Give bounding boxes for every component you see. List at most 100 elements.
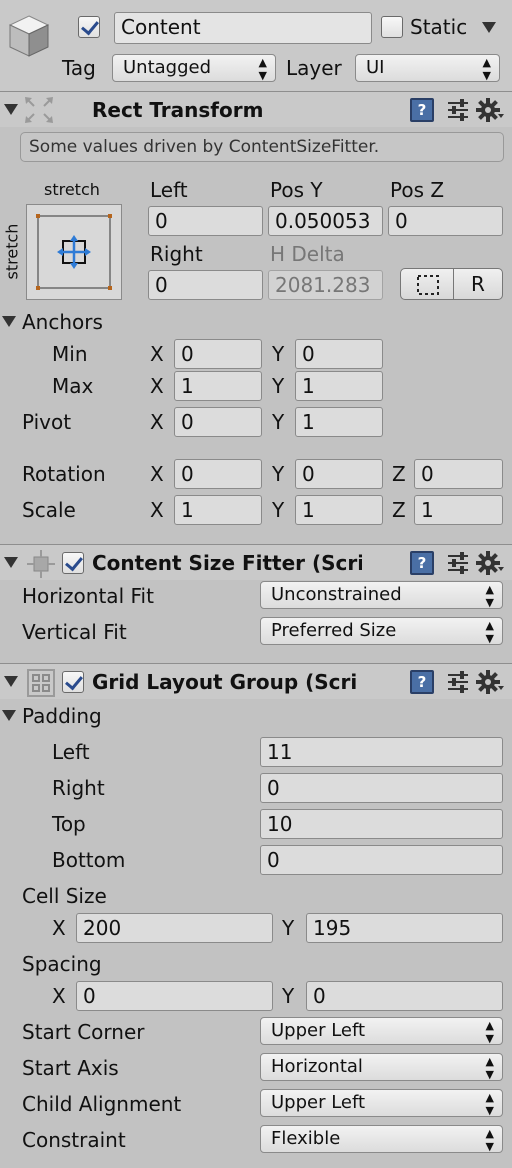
scale-z-input[interactable]: 1 <box>414 495 503 525</box>
cell-size-y-label: Y <box>282 916 295 940</box>
min-y-input[interactable]: 0 <box>295 339 383 369</box>
max-x-input[interactable]: 1 <box>174 371 262 401</box>
spacing-x-input[interactable]: 0 <box>76 981 273 1011</box>
rect-transform-icon <box>25 97 53 123</box>
tag-value: Untagged <box>123 57 212 78</box>
pivot-x-input[interactable]: 0 <box>174 407 262 437</box>
max-x-label: X <box>150 374 164 398</box>
gear-icon[interactable] <box>476 96 504 124</box>
object-header: Content Static Tag Untagged ▲ ▼ Layer UI … <box>0 0 512 92</box>
scale-label: Scale <box>22 498 76 522</box>
help-book-icon[interactable]: ? <box>410 551 434 575</box>
rect-transform-header[interactable]: Rect Transform ? <box>0 91 512 127</box>
rotation-y-label: Y <box>272 462 285 486</box>
pivot-y-label: Y <box>272 410 285 434</box>
static-dropdown-arrow-icon[interactable] <box>482 22 496 33</box>
preset-sliders-icon[interactable] <box>446 551 470 575</box>
dropdown-arrows-icon: ▲ ▼ <box>485 1019 494 1045</box>
child-alignment-dropdown[interactable]: Upper Left ▲ ▼ <box>260 1089 503 1117</box>
spacing-y-input[interactable]: 0 <box>306 981 503 1011</box>
dotted-rect-icon <box>417 275 439 295</box>
scale-y-label: Y <box>272 498 285 522</box>
anchor-preset-side-label: stretch <box>2 223 22 280</box>
constraint-dropdown[interactable]: Flexible ▲ ▼ <box>260 1125 503 1153</box>
rotation-z-input[interactable]: 0 <box>414 459 503 489</box>
gameobject-cube-icon <box>8 15 50 57</box>
rect-transform-title: Rect Transform <box>92 98 264 122</box>
posy-input[interactable]: 0.050053 <box>268 206 383 236</box>
tag-dropdown[interactable]: Untagged ▲ ▼ <box>112 54 276 82</box>
spacing-x-label: X <box>52 984 66 1008</box>
scale-x-input[interactable]: 1 <box>174 495 262 525</box>
padding-top-input[interactable]: 10 <box>260 809 503 839</box>
dropdown-arrows-icon: ▲ ▼ <box>485 583 494 609</box>
padding-foldout-arrow-icon[interactable] <box>2 710 16 721</box>
start-corner-dropdown[interactable]: Upper Left ▲ ▼ <box>260 1017 503 1045</box>
tag-label: Tag <box>62 56 96 80</box>
help-book-icon[interactable]: ? <box>410 670 434 694</box>
cell-size-x-label: X <box>52 916 66 940</box>
start-axis-dropdown[interactable]: Horizontal ▲ ▼ <box>260 1053 503 1081</box>
cell-size-label: Cell Size <box>22 884 107 908</box>
raw-edit-button[interactable]: R <box>453 268 503 300</box>
content-size-fitter-header[interactable]: Content Size Fitter (Scri ? <box>0 544 512 580</box>
grid-layout-group-header[interactable]: Grid Layout Group (Scri ? <box>0 663 512 699</box>
content-size-fitter-enabled-checkbox[interactable] <box>62 552 84 574</box>
preset-sliders-icon[interactable] <box>446 670 470 694</box>
dropdown-arrows-icon: ▲ ▼ <box>258 56 267 82</box>
active-checkbox[interactable] <box>78 16 100 38</box>
layer-label: Layer <box>286 56 342 80</box>
help-book-icon[interactable]: ? <box>410 98 434 122</box>
padding-left-input[interactable]: 11 <box>260 737 503 767</box>
spacing-y-label: Y <box>282 984 295 1008</box>
anchors-foldout-arrow-icon[interactable] <box>2 316 16 327</box>
foldout-arrow-icon[interactable] <box>4 676 18 687</box>
rotation-z-label: Z <box>392 462 406 486</box>
spacing-label: Spacing <box>22 952 102 976</box>
padding-right-input[interactable]: 0 <box>260 773 503 803</box>
rotation-x-input[interactable]: 0 <box>174 459 262 489</box>
min-x-input[interactable]: 0 <box>174 339 262 369</box>
cell-size-y-input[interactable]: 195 <box>306 913 503 943</box>
anchor-stretch-icon <box>36 214 112 290</box>
vertical-fit-dropdown[interactable]: Preferred Size ▲ ▼ <box>260 617 503 645</box>
padding-bottom-input[interactable]: 0 <box>260 845 503 875</box>
padding-top-label: Top <box>52 812 86 836</box>
component-header-icons: ? <box>406 96 506 124</box>
child-alignment-label: Child Alignment <box>22 1092 182 1116</box>
pivot-y-input[interactable]: 1 <box>295 407 383 437</box>
scale-y-input[interactable]: 1 <box>295 495 383 525</box>
constraint-value: Flexible <box>271 1128 341 1149</box>
vertical-fit-label: Vertical Fit <box>22 620 127 644</box>
cell-size-x-input[interactable]: 200 <box>76 913 273 943</box>
horizontal-fit-dropdown[interactable]: Unconstrained ▲ ▼ <box>260 581 503 609</box>
driven-values-info-box: Some values driven by ContentSizeFitter. <box>20 132 504 162</box>
constraint-label: Constraint <box>22 1128 126 1152</box>
max-y-input[interactable]: 1 <box>295 371 383 401</box>
left-input[interactable]: 0 <box>148 206 263 236</box>
rotation-label: Rotation <box>22 462 106 486</box>
foldout-arrow-icon[interactable] <box>4 557 18 568</box>
gear-icon[interactable] <box>476 668 504 696</box>
blueprint-mode-button[interactable] <box>400 268 454 300</box>
foldout-arrow-icon[interactable] <box>4 104 18 115</box>
pivot-x-label: X <box>150 410 164 434</box>
dropdown-arrows-icon: ▲ ▼ <box>482 56 491 82</box>
anchor-presets-button[interactable] <box>26 204 122 300</box>
dropdown-arrows-icon: ▲ ▼ <box>485 1055 494 1081</box>
min-y-label: Y <box>272 342 285 366</box>
right-input[interactable]: 0 <box>148 270 263 300</box>
posz-input[interactable]: 0 <box>388 206 503 236</box>
preset-sliders-icon[interactable] <box>446 98 470 122</box>
component-header-icons: ? <box>406 549 506 577</box>
layer-dropdown[interactable]: UI ▲ ▼ <box>355 54 500 82</box>
object-name-input[interactable]: Content <box>114 12 372 44</box>
scale-z-label: Z <box>392 498 406 522</box>
start-corner-value: Upper Left <box>271 1020 366 1041</box>
content-size-fitter-icon <box>27 550 55 578</box>
static-checkbox[interactable] <box>381 16 403 38</box>
grid-layout-enabled-checkbox[interactable] <box>62 671 84 693</box>
hdelta-label: H Delta <box>270 242 345 266</box>
gear-icon[interactable] <box>476 549 504 577</box>
rotation-y-input[interactable]: 0 <box>295 459 383 489</box>
